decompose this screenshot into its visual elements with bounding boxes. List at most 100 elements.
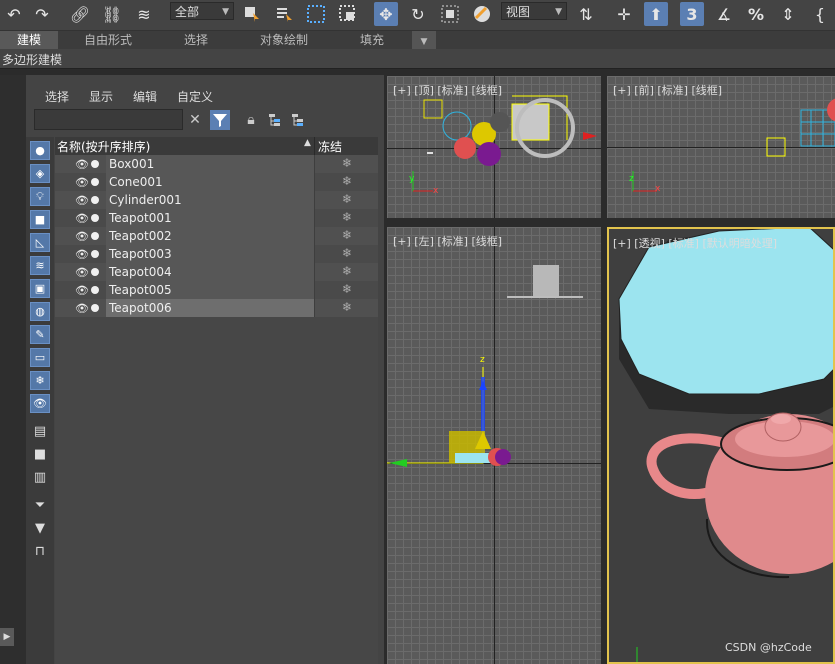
- column-header-frozen[interactable]: 冻结: [318, 138, 342, 155]
- polygon-modeling-label[interactable]: 多边形建模: [2, 51, 62, 68]
- bind-spacewarp-icon[interactable]: ≋: [132, 2, 156, 26]
- object-name[interactable]: Box001: [106, 155, 314, 173]
- object-name[interactable]: Teapot004: [106, 263, 314, 281]
- unlink-icon[interactable]: ⛓: [100, 2, 124, 26]
- named-selection-icon[interactable]: {: [808, 2, 832, 26]
- object-name[interactable]: Cylinder001: [106, 191, 314, 209]
- filter-funnel-2-icon[interactable]: ▼: [30, 519, 50, 538]
- display-none-icon[interactable]: ■: [30, 445, 50, 464]
- object-name[interactable]: Teapot006: [106, 299, 314, 317]
- rect-selection-icon[interactable]: [304, 2, 328, 26]
- explorer-menu-edit[interactable]: 编辑: [133, 88, 157, 105]
- snap-3d-icon[interactable]: 3: [680, 2, 704, 26]
- redo-icon[interactable]: ↷: [30, 2, 54, 26]
- viewport-top[interactable]: [+] [顶] [标准] [线框] y x: [387, 76, 601, 218]
- filter-shapes-icon[interactable]: ◈: [30, 164, 50, 183]
- frozen-cell[interactable]: ❄: [314, 191, 379, 209]
- frozen-cell[interactable]: ❄: [314, 173, 379, 191]
- frozen-cell[interactable]: ❄: [314, 245, 379, 263]
- filter-hidden-icon[interactable]: 👁︎: [30, 394, 50, 413]
- filter-helpers-icon[interactable]: ◺: [30, 233, 50, 252]
- filter-lights-icon[interactable]: 💡︎: [30, 187, 50, 206]
- viewport-front[interactable]: [+] [前] [标准] [线框] z x: [607, 76, 835, 218]
- column-divider[interactable]: [314, 137, 315, 155]
- display-invert-icon[interactable]: ▥: [30, 468, 50, 487]
- selection-filter-dropdown[interactable]: 全部 ▼: [170, 2, 234, 20]
- angle-snap-icon[interactable]: ∡: [712, 2, 736, 26]
- frozen-cell[interactable]: ❄: [314, 281, 379, 299]
- rotate-icon[interactable]: ↻: [406, 2, 430, 26]
- viewport-perspective[interactable]: [+] [透视] [标准] [默认明暗处理]: [607, 227, 835, 664]
- object-name[interactable]: Cone001: [106, 173, 314, 191]
- select-object-icon[interactable]: [240, 2, 264, 26]
- object-name[interactable]: Teapot003: [106, 245, 314, 263]
- reference-coord-dropdown[interactable]: 视图 ▼: [501, 2, 567, 20]
- object-name[interactable]: Teapot001: [106, 209, 314, 227]
- table-row[interactable]: 👁︎ Teapot004 ❄: [55, 263, 378, 281]
- table-row[interactable]: 👁︎ Teapot001 ❄: [55, 209, 378, 227]
- move-icon[interactable]: ✥: [374, 2, 398, 26]
- filter-containers-icon[interactable]: ▭: [30, 348, 50, 367]
- display-all-icon[interactable]: ▤: [30, 422, 50, 441]
- ribbon-options-dropdown[interactable]: ▼: [412, 31, 436, 49]
- layer-hierarchy-icon[interactable]: [288, 110, 308, 130]
- filter-geometry-icon[interactable]: ●: [30, 141, 50, 160]
- eye-icon[interactable]: 👁︎: [75, 194, 89, 207]
- pivot-icon[interactable]: ⇅: [574, 2, 598, 26]
- render-dot-icon[interactable]: [91, 286, 99, 294]
- frozen-cell[interactable]: ❄: [314, 227, 379, 245]
- table-row[interactable]: 👁︎ Cylinder001 ❄: [55, 191, 378, 209]
- render-dot-icon[interactable]: [91, 160, 99, 168]
- column-header-name[interactable]: 名称(按升序排序): [57, 138, 150, 155]
- filter-xrefs-icon[interactable]: ◍: [30, 302, 50, 321]
- eye-icon[interactable]: 👁︎: [75, 266, 89, 279]
- hierarchy-icon[interactable]: [265, 110, 285, 130]
- viewport-label-left[interactable]: [+] [左] [标准] [线框]: [393, 233, 502, 249]
- table-row[interactable]: 👁︎ Teapot006 ❄: [55, 299, 378, 317]
- filter-funnel-icon[interactable]: ⏷: [30, 496, 50, 515]
- keyboard-shortcut-override-icon[interactable]: ⬆: [644, 2, 668, 26]
- eye-icon[interactable]: 👁︎: [75, 230, 89, 243]
- frozen-cell[interactable]: ❄: [314, 299, 379, 317]
- render-dot-icon[interactable]: [91, 178, 99, 186]
- tab-populate[interactable]: 填充: [340, 31, 404, 49]
- frozen-cell[interactable]: ❄: [314, 155, 379, 173]
- filter-icon[interactable]: [210, 110, 230, 130]
- layer-explorer-icon[interactable]: ⊓: [30, 542, 50, 561]
- clear-search-icon[interactable]: ✕: [185, 110, 205, 130]
- render-dot-icon[interactable]: [91, 304, 99, 312]
- render-dot-icon[interactable]: [91, 196, 99, 204]
- filter-frozen-icon[interactable]: ❄: [30, 371, 50, 390]
- filter-spacewarps-icon[interactable]: ≋: [30, 256, 50, 275]
- tab-freeform[interactable]: 自由形式: [66, 31, 150, 49]
- viewport-left[interactable]: [+] [左] [标准] [线框] z: [387, 227, 601, 664]
- lock-icon[interactable]: 🔒︎: [241, 110, 261, 130]
- table-row[interactable]: 👁︎ Teapot005 ❄: [55, 281, 378, 299]
- select-by-name-icon[interactable]: [272, 2, 296, 26]
- frozen-cell[interactable]: ❄: [314, 263, 379, 281]
- eye-icon[interactable]: 👁︎: [75, 212, 89, 225]
- eye-icon[interactable]: 👁︎: [75, 302, 89, 315]
- undo-icon[interactable]: ↶: [2, 2, 26, 26]
- spinner-snap-icon[interactable]: ⇕: [776, 2, 800, 26]
- viewport-label-top[interactable]: [+] [顶] [标准] [线框]: [393, 82, 502, 98]
- place-icon[interactable]: [470, 2, 494, 26]
- eye-icon[interactable]: 👁︎: [75, 176, 89, 189]
- percent-snap-icon[interactable]: %: [744, 2, 768, 26]
- filter-groups-icon[interactable]: ▣: [30, 279, 50, 298]
- eye-icon[interactable]: 👁︎: [75, 248, 89, 261]
- explorer-menu-select[interactable]: 选择: [45, 88, 69, 105]
- filter-cameras-icon[interactable]: ■: [30, 210, 50, 229]
- viewport-label-perspective[interactable]: [+] [透视] [标准] [默认明暗处理]: [613, 235, 777, 251]
- select-manipulate-icon[interactable]: ✛: [612, 2, 636, 26]
- explorer-menu-customize[interactable]: 自定义: [177, 88, 213, 105]
- eye-icon[interactable]: 👁︎: [75, 284, 89, 297]
- play-icon[interactable]: ▶: [0, 628, 14, 646]
- tab-modeling[interactable]: 建模: [0, 31, 58, 49]
- object-name[interactable]: Teapot005: [106, 281, 314, 299]
- link-icon[interactable]: 🔗︎: [68, 2, 92, 26]
- scale-icon[interactable]: [438, 2, 462, 26]
- render-dot-icon[interactable]: [91, 268, 99, 276]
- explorer-menu-display[interactable]: 显示: [89, 88, 113, 105]
- render-dot-icon[interactable]: [91, 250, 99, 258]
